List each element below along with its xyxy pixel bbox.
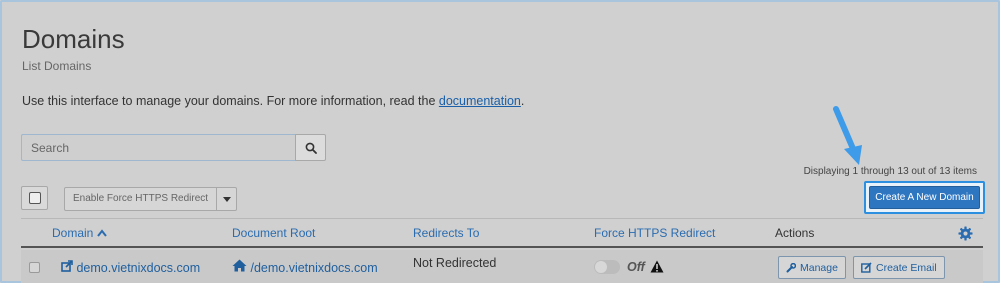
column-domain[interactable]: Domain [52, 226, 107, 240]
create-email-label: Create Email [876, 261, 937, 274]
column-document-root[interactable]: Document Root [232, 226, 315, 240]
edit-icon [861, 262, 872, 273]
document-root-link[interactable]: /demo.vietnixdocs.com [250, 261, 377, 275]
manage-label: Manage [800, 261, 838, 274]
domain-link[interactable]: demo.vietnixdocs.com [76, 261, 200, 275]
domain-cell[interactable]: demo.vietnixdocs.com [61, 260, 200, 275]
column-force-https[interactable]: Force HTTPS Redirect [594, 226, 715, 240]
gear-icon[interactable] [958, 226, 973, 241]
chevron-down-icon [222, 196, 231, 202]
column-redirects-to[interactable]: Redirects To [413, 226, 479, 240]
external-link-icon [61, 260, 73, 272]
wrench-icon [786, 262, 796, 273]
create-domain-highlight: Create A New Domain [864, 181, 985, 214]
row-checkbox[interactable] [29, 262, 40, 273]
home-icon [232, 259, 247, 272]
pagination-summary: Displaying 1 through 13 out of 13 items [803, 166, 977, 177]
create-domain-button[interactable]: Create A New Domain [869, 186, 980, 209]
warning-icon [650, 260, 664, 273]
checkbox-box [28, 192, 41, 204]
documentation-link[interactable]: documentation [439, 94, 521, 108]
force-https-status: Off [627, 260, 645, 274]
domains-table: Domain Document Root Redirects To Force … [21, 218, 983, 283]
bulk-action-dropdown[interactable]: Enable Force HTTPS Redirect [64, 187, 238, 211]
bulk-action-label[interactable]: Enable Force HTTPS Redirect [64, 187, 218, 211]
search-input[interactable] [21, 134, 295, 161]
callout-arrow-icon [833, 106, 862, 165]
manage-button[interactable]: Manage [778, 256, 846, 279]
page-title: Domains [22, 24, 125, 54]
bulk-action-toggle[interactable] [217, 187, 238, 211]
intro-text: Use this interface to manage your domain… [22, 94, 524, 108]
search-bar [21, 134, 326, 161]
search-button[interactable] [295, 134, 326, 161]
sort-up-icon [96, 229, 107, 237]
create-email-button[interactable]: Create Email [853, 256, 945, 279]
column-domain-label: Domain [52, 226, 94, 240]
intro-suffix: . [520, 94, 525, 108]
force-https-toggle[interactable] [594, 260, 620, 274]
page-subtitle: List Domains [22, 59, 92, 73]
page-frame: Domains List Domains Use this interface … [0, 0, 1000, 283]
intro-body: Use this interface to manage your domain… [22, 94, 439, 108]
select-all-checkbox[interactable] [21, 186, 48, 210]
table-row: demo.vietnixdocs.com /demo.vietnixdocs.c… [21, 250, 983, 283]
column-actions: Actions [775, 226, 815, 240]
table-header: Domain Document Root Redirects To Force … [21, 218, 983, 248]
document-root-cell[interactable]: /demo.vietnixdocs.com [232, 259, 378, 275]
redirects-to-value: Not Redirected [413, 256, 497, 270]
search-icon [305, 142, 317, 154]
